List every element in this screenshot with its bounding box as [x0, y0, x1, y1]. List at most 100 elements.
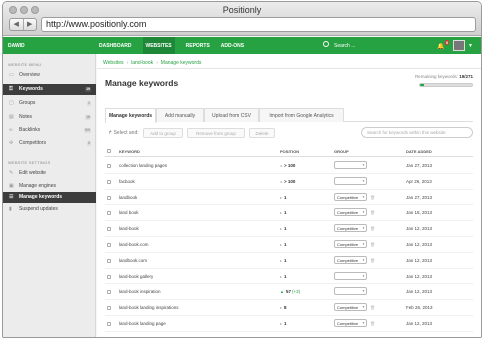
- group-select[interactable]: ▼: [334, 161, 367, 169]
- keyword-search-input[interactable]: Search for keywords within this website: [361, 127, 473, 138]
- table-row[interactable]: land-book ▸ 1 Competitive ▼ 🗑 Jan 12, 2013: [105, 221, 473, 237]
- sidebar-item-notes[interactable]: ▤ Notes 18: [3, 112, 96, 123]
- group-select[interactable]: Competitive ▼: [334, 239, 367, 248]
- nav-websites[interactable]: WEBSITES: [142, 37, 175, 54]
- keyword-cell: landbook.com: [119, 257, 148, 263]
- list-icon: ☰: [9, 194, 14, 200]
- address-bar[interactable]: http://www.positionly.com: [41, 17, 476, 32]
- trash-icon[interactable]: 🗑: [370, 258, 375, 263]
- row-checkbox[interactable]: [107, 274, 111, 279]
- table-row[interactable]: landbook ▸ 1 Competitive ▼ 🗑 Jan 27, 2013: [105, 190, 473, 206]
- avatar[interactable]: [453, 40, 465, 51]
- sidebar-item-manage-engines[interactable]: ▣ Manage engines: [3, 181, 96, 192]
- group-select[interactable]: Competitive ▼: [334, 303, 367, 312]
- trash-icon[interactable]: 🗑: [370, 226, 375, 231]
- breadcrumb-websites[interactable]: Websites: [103, 60, 123, 66]
- browser-window: Positionly ◀ ▶ http://www.positionly.com…: [2, 1, 482, 338]
- table-row[interactable]: land-book inspiration ▲ 57(+3) ▼ Jan 12, 201…: [105, 284, 473, 301]
- trash-icon[interactable]: 🗑: [370, 305, 375, 310]
- search-icon[interactable]: [323, 41, 329, 47]
- group-select-value: Competitive: [337, 194, 359, 200]
- table-row[interactable]: land-book landing inspirations ▸ 8 Competit…: [105, 300, 473, 316]
- table-header: KEYWORD POSITION GROUP DATE ADDED: [105, 149, 473, 157]
- keyword-cell: land book: [119, 210, 139, 216]
- group-select[interactable]: Competitive ▼: [334, 224, 367, 233]
- tab-add-manually[interactable]: Add manually: [156, 108, 204, 122]
- date-added-cell: Apr 26, 2013: [406, 178, 432, 184]
- sidebar-item-groups[interactable]: ▢ Groups 1: [3, 98, 96, 109]
- row-checkbox[interactable]: [107, 242, 111, 247]
- sidebar-item-suspend-updates[interactable]: ▮ Suspend updates: [3, 204, 96, 215]
- tab-import-google-analytics[interactable]: Import from Google Analytics: [259, 108, 344, 122]
- column-position[interactable]: POSITION: [280, 149, 299, 154]
- chevron-down-icon[interactable]: ▼: [468, 43, 473, 49]
- trash-icon[interactable]: 🗑: [370, 321, 375, 326]
- forward-button[interactable]: ▶: [22, 19, 37, 30]
- sidebar-item-overview[interactable]: ▭ Overview: [3, 70, 96, 81]
- back-button[interactable]: ◀: [10, 19, 23, 30]
- table-row[interactable]: land-book gallery ▸ 1 ▼ Jan 12, 2013: [105, 269, 473, 285]
- add-to-group-button[interactable]: Add to group: [143, 128, 183, 138]
- row-checkbox[interactable]: [107, 195, 111, 200]
- group-select[interactable]: ▼: [334, 271, 367, 280]
- main-content: Websites › land-book › Manage keywords Manag…: [97, 54, 481, 337]
- column-date-added[interactable]: DATE ADDED: [406, 149, 432, 154]
- select-all-checkbox[interactable]: [107, 149, 111, 153]
- group-select-value: Competitive: [337, 305, 359, 311]
- group-select-value: Competitive: [337, 241, 359, 247]
- column-keyword[interactable]: KEYWORD: [119, 149, 140, 154]
- row-checkbox[interactable]: [107, 321, 111, 326]
- breadcrumb-website[interactable]: land-book: [131, 60, 153, 66]
- table-row[interactable]: landbook.com ▸ 1 Competitive ▼ 🗑 Jan 12, 2013: [105, 253, 473, 269]
- row-checkbox[interactable]: [107, 306, 111, 311]
- delete-button[interactable]: Delete: [249, 128, 275, 138]
- group-select[interactable]: Competitive ▼: [334, 208, 367, 217]
- group-select[interactable]: Competitive ▼: [334, 255, 367, 264]
- bulk-actions: ↱ Select and: Add to group Remove from g…: [105, 127, 473, 139]
- group-select[interactable]: ▼: [334, 176, 367, 185]
- group-select[interactable]: Competitive ▼: [334, 192, 367, 201]
- column-group[interactable]: GROUP: [334, 149, 349, 154]
- nav-reports[interactable]: REPORTS: [186, 43, 210, 54]
- global-search-input[interactable]: Search ...: [334, 43, 355, 49]
- chevron-down-icon: ▼: [362, 178, 365, 183]
- sidebar-item-label: Keywords: [19, 86, 43, 92]
- row-checkbox[interactable]: [107, 211, 111, 216]
- row-checkbox[interactable]: [107, 164, 111, 168]
- breadcrumb: Websites › land-book › Manage keywords: [103, 60, 202, 66]
- tab-upload-csv[interactable]: Upload from CSV: [204, 108, 259, 122]
- row-checkbox[interactable]: [107, 179, 111, 184]
- group-select[interactable]: Competitive ▼: [334, 318, 367, 327]
- tab-manage-keywords[interactable]: Manage keywords: [105, 108, 156, 123]
- remove-from-group-button[interactable]: Remove from group: [187, 128, 245, 138]
- monitor-icon: ▭: [9, 72, 14, 78]
- table-row[interactable]: facbook ◂ > 100 ▼ Apr 26, 2013: [105, 174, 473, 190]
- table-row[interactable]: land book ▸ 1 Competitive ▼ 🗑 Jan 18, 2013: [105, 205, 473, 222]
- row-checkbox[interactable]: [107, 258, 111, 263]
- account-name[interactable]: DAWID: [8, 43, 25, 49]
- table-row[interactable]: land-book.com ▸ 1 Competitive ▼ 🗑 Jan 12, 2013: [105, 237, 473, 253]
- position-value: 1: [284, 257, 287, 263]
- sidebar-item-keywords[interactable]: ⚿ Keywords 19: [3, 84, 96, 95]
- page-title: Manage keywords: [105, 78, 179, 88]
- nav-dashboard[interactable]: DASHBOARD: [99, 43, 132, 54]
- table-row[interactable]: collection landing pages ◂ > 100 ▼ Jan 27, 2…: [105, 158, 473, 174]
- position-cell: ▲ 57(+3): [280, 289, 300, 294]
- nav-add-ons[interactable]: ADD-ONS: [221, 43, 244, 54]
- breadcrumb-current[interactable]: Manage keywords: [161, 60, 202, 66]
- sidebar-item-edit-website[interactable]: ✎ Edit website: [3, 168, 96, 179]
- engine-icon: ▣: [9, 183, 14, 189]
- trash-icon[interactable]: 🗑: [370, 195, 375, 200]
- sidebar-item-backlinks[interactable]: ∞ Backlinks 5/9: [3, 125, 96, 136]
- date-added-cell: Jan 12, 2013: [406, 273, 433, 279]
- row-checkbox[interactable]: [107, 227, 111, 232]
- sidebar-item-competitors[interactable]: ✣ Competitors 0: [3, 138, 96, 149]
- table-row[interactable]: land-book landing page ▸ 1 Competitive ▼ 🗑 Jan…: [105, 316, 473, 332]
- trash-icon[interactable]: 🗑: [370, 242, 375, 247]
- group-select[interactable]: ▼: [334, 287, 367, 296]
- sidebar-item-manage-keywords[interactable]: ☰ Manage keywords: [3, 192, 96, 203]
- trash-icon[interactable]: 🗑: [370, 210, 375, 215]
- row-checkbox[interactable]: [107, 290, 111, 295]
- main-nav: DASHBOARD WEBSITES REPORTS ADD-ONS: [99, 37, 255, 54]
- bell-icon[interactable]: 🔔: [437, 43, 444, 50]
